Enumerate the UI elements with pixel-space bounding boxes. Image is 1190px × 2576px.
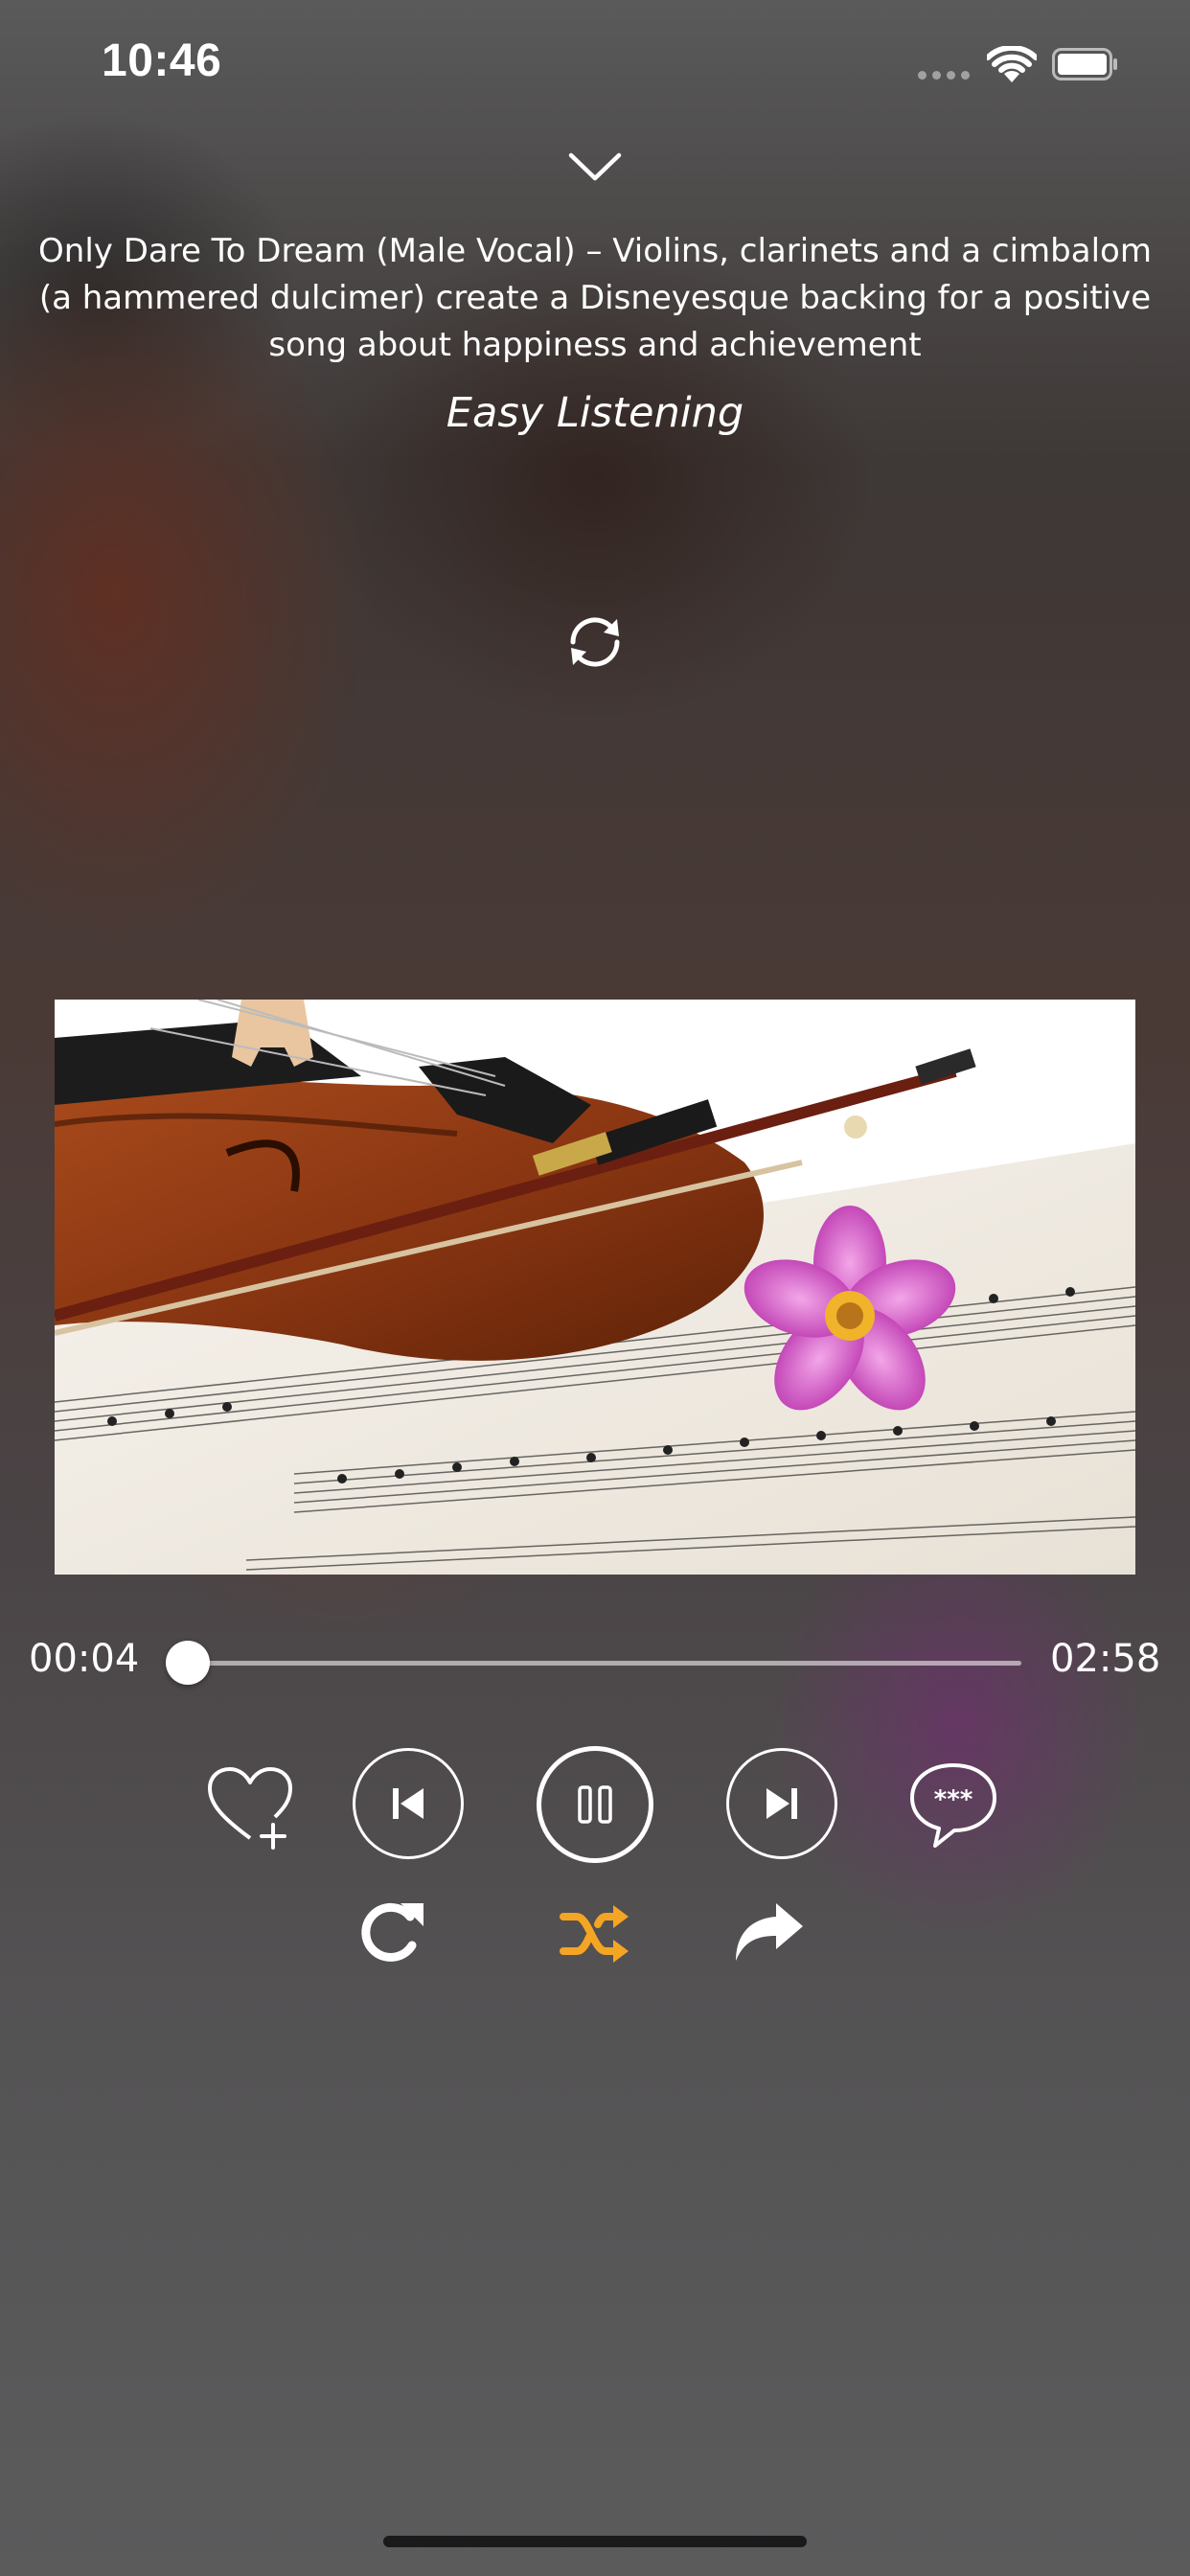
speech-bubble-stars-icon[interactable]: *** <box>906 1760 1000 1850</box>
status-bar: 10:46 <box>0 0 1190 125</box>
next-button[interactable] <box>726 1748 837 1859</box>
svg-text:***: *** <box>934 1785 973 1814</box>
repeat-icon[interactable] <box>358 1899 429 1966</box>
chevron-down-icon[interactable] <box>566 150 624 184</box>
refresh-icon[interactable] <box>563 613 627 671</box>
battery-icon <box>1052 48 1117 80</box>
heart-plus-icon[interactable] <box>204 1763 296 1850</box>
progress-thumb[interactable] <box>166 1641 211 1685</box>
shuffle-icon[interactable] <box>560 1903 630 1965</box>
skip-previous-icon <box>393 1788 423 1819</box>
pause-icon <box>578 1785 612 1824</box>
total-time: 02:58 <box>1050 1637 1161 1681</box>
skip-next-icon <box>767 1788 797 1819</box>
pause-button[interactable] <box>537 1746 653 1863</box>
progress-slider[interactable] <box>166 1641 1021 1685</box>
signal-dots-icon <box>918 71 970 80</box>
album-artwork <box>55 1000 1135 1575</box>
home-indicator[interactable] <box>383 2536 807 2547</box>
track-genre: Easy Listening <box>446 389 744 437</box>
elapsed-time: 00:04 <box>29 1637 140 1681</box>
violin-artwork-image <box>55 1000 1135 1575</box>
track-description: Only Dare To Dream (Male Vocal) – Violin… <box>38 232 1152 364</box>
now-playing-screen: 10:46 Only Dare To Dream (Male Vocal) – … <box>0 0 1190 2576</box>
wifi-icon <box>987 46 1037 82</box>
previous-button[interactable] <box>353 1748 464 1859</box>
status-time: 10:46 <box>102 35 222 86</box>
share-arrow-icon[interactable] <box>732 1901 805 1966</box>
